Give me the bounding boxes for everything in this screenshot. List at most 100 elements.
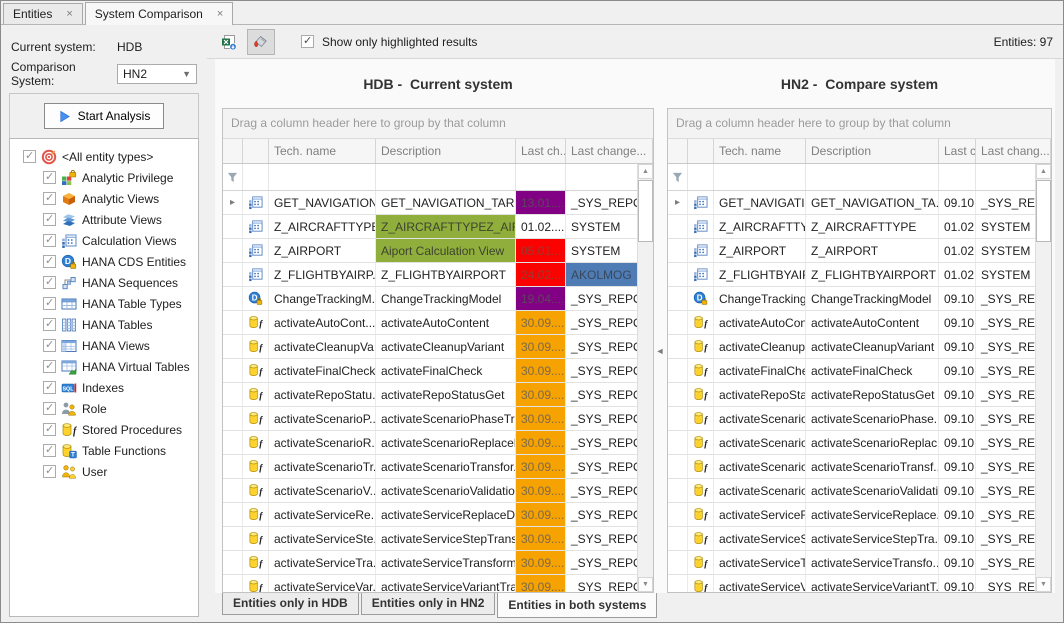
table-row[interactable]: factivateFinalCheckactivateFinalCheck09.… (668, 359, 1051, 383)
export-excel-button[interactable] (215, 29, 243, 55)
panel-splitter[interactable]: ◄ (654, 108, 667, 593)
vertical-scrollbar[interactable]: ▲▼ (637, 164, 653, 592)
tree-item-calculation-views[interactable]: Calculation Views (10, 230, 198, 251)
scroll-up-icon[interactable]: ▲ (638, 164, 653, 179)
table-row[interactable]: factivateCleanupVa...activateCleanupVari… (223, 335, 653, 359)
checkbox[interactable] (43, 318, 56, 331)
table-row[interactable]: ▸GET_NAVIGATION...GET_NAVIGATION_TARG...… (223, 191, 653, 215)
table-row[interactable]: Z_AIRCRAFTTYPEZ_AIRCRAFTTYPEZ_AIR...01.0… (223, 215, 653, 239)
tree-item-hana-sequences[interactable]: HANA Sequences (10, 272, 198, 293)
column-header-tech-name[interactable]: Tech. name (714, 139, 806, 163)
close-icon[interactable]: × (66, 8, 72, 20)
table-row[interactable]: factivateServiceVar...activateServiceVar… (223, 575, 653, 592)
filter-cell[interactable] (688, 164, 714, 190)
checkbox[interactable] (43, 255, 56, 268)
filter-cell[interactable] (376, 164, 516, 190)
column-header-last-chang[interactable]: Last chang... (976, 139, 1051, 163)
tree-item-table-functions[interactable]: TTable Functions (10, 440, 198, 461)
tab-entities-only-in-hn2[interactable]: Entities only in HN2 (361, 593, 496, 615)
scrollbar-thumb[interactable] (638, 180, 653, 242)
checkbox[interactable] (43, 276, 56, 289)
tree-item-hana-tables[interactable]: HANA Tables (10, 314, 198, 335)
highlight-button[interactable] (247, 29, 275, 55)
table-row[interactable]: factivateScenarioP...activateScenarioPha… (223, 407, 653, 431)
scroll-up-icon[interactable]: ▲ (1036, 164, 1051, 179)
tab-entities[interactable]: Entities× (3, 3, 83, 24)
tree-item-indexes[interactable]: SQLIndexes (10, 377, 198, 398)
column-header-last-ch[interactable]: Last ch... (516, 139, 566, 163)
checkbox[interactable] (43, 360, 56, 373)
table-row[interactable]: factivateRepoStatu...activateRepoStatusG… (223, 383, 653, 407)
checkbox[interactable] (43, 423, 56, 436)
table-row[interactable]: factivateScenario...activateScenarioRepl… (668, 431, 1051, 455)
checkbox[interactable] (43, 381, 56, 394)
table-row[interactable]: factivateServiceTra...activateServiceTra… (223, 551, 653, 575)
table-row[interactable]: factivateScenario...activateScenarioTran… (668, 455, 1051, 479)
checkbox[interactable] (43, 213, 56, 226)
table-row[interactable]: Z_FLIGHTBYAIR...Z_FLIGHTBYAIRPORT01.02..… (668, 263, 1051, 287)
table-row[interactable]: factivateRepoSta...activateRepoStatusGet… (668, 383, 1051, 407)
table-row[interactable]: Z_FLIGHTBYAIRP...Z_FLIGHTBYAIRPORT24.02.… (223, 263, 653, 287)
filter-funnel-cell[interactable] (668, 164, 688, 190)
checkbox[interactable] (23, 150, 36, 163)
tree-item-stored-procedures[interactable]: fStored Procedures (10, 419, 198, 440)
collapse-left-icon[interactable]: ◄ (655, 337, 665, 365)
table-row[interactable]: DChangeTracking...ChangeTrackingModel09.… (668, 287, 1051, 311)
table-row[interactable]: factivateServiceV...activateServiceVaria… (668, 575, 1051, 592)
table-row[interactable]: factivateScenarioR...activateScenarioRep… (223, 431, 653, 455)
table-row[interactable]: factivateAutoCon...activateAutoContent09… (668, 311, 1051, 335)
tree-item-hana-table-types[interactable]: HANA Table Types (10, 293, 198, 314)
tree-item-analytic-privilege[interactable]: Analytic Privilege (10, 167, 198, 188)
table-row[interactable]: DChangeTrackingM...ChangeTrackingModel19… (223, 287, 653, 311)
tree-item-user[interactable]: User (10, 461, 198, 482)
table-row[interactable]: factivateScenarioV...activateScenarioVal… (223, 479, 653, 503)
column-header-description[interactable]: Description (806, 139, 939, 163)
checkbox[interactable] (43, 465, 56, 478)
checkbox[interactable] (43, 444, 56, 457)
tab-entities-in-both-systems[interactable]: Entities in both systems (497, 593, 657, 618)
filter-cell[interactable] (714, 164, 806, 190)
show-highlighted-checkbox[interactable] (301, 35, 314, 48)
table-row[interactable]: factivateServiceS...activateServiceStepT… (668, 527, 1051, 551)
table-row[interactable]: factivateServiceSte...activateServiceSte… (223, 527, 653, 551)
table-row[interactable]: factivateScenario...activateScenarioVali… (668, 479, 1051, 503)
scrollbar-thumb[interactable] (1036, 180, 1051, 242)
scroll-down-icon[interactable]: ▼ (1036, 577, 1051, 592)
checkbox[interactable] (43, 192, 56, 205)
checkbox[interactable] (43, 297, 56, 310)
filter-cell[interactable] (243, 164, 269, 190)
tree-item-hana-cds-entities[interactable]: DHANA CDS Entities (10, 251, 198, 272)
tree-item-attribute-views[interactable]: Attribute Views (10, 209, 198, 230)
table-row[interactable]: factivateServiceRe...activateServiceRepl… (223, 503, 653, 527)
column-header-last-c[interactable]: Last c... (939, 139, 976, 163)
tab-system-comparison[interactable]: System Comparison× (85, 2, 233, 25)
column-header-last-change[interactable]: Last change... (566, 139, 653, 163)
checkbox[interactable] (43, 234, 56, 247)
table-row[interactable]: ▸GET_NAVIGATI...GET_NAVIGATION_TA...09.1… (668, 191, 1051, 215)
tree-item-hana-virtual-tables[interactable]: HANA Virtual Tables (10, 356, 198, 377)
table-row[interactable]: factivateFinalCheckactivateFinalCheck30.… (223, 359, 653, 383)
start-analysis-button[interactable]: Start Analysis (44, 103, 165, 129)
filter-cell[interactable] (516, 164, 566, 190)
table-row[interactable]: Z_AIRCRAFTTYPEZ_AIRCRAFTTYPE01.02...SYST… (668, 215, 1051, 239)
table-row[interactable]: Z_AIRPORTZ_AIRPORT01.02...SYSTEM (668, 239, 1051, 263)
table-row[interactable]: factivateAutoCont...activateAutoContent3… (223, 311, 653, 335)
close-icon[interactable]: × (217, 8, 223, 20)
scroll-down-icon[interactable]: ▼ (638, 577, 653, 592)
table-row[interactable]: factivateScenarioTr...activateScenarioTr… (223, 455, 653, 479)
filter-cell[interactable] (806, 164, 939, 190)
tree-item-role[interactable]: Role (10, 398, 198, 419)
comparison-system-select[interactable]: HN2 ▼ (117, 64, 197, 84)
checkbox[interactable] (43, 171, 56, 184)
filter-funnel-cell[interactable] (223, 164, 243, 190)
tree-item-analytic-views[interactable]: Analytic Views (10, 188, 198, 209)
filter-cell[interactable] (269, 164, 376, 190)
column-header-description[interactable]: Description (376, 139, 516, 163)
tab-entities-only-in-hdb[interactable]: Entities only in HDB (222, 593, 359, 615)
table-row[interactable]: factivateScenario...activateScenarioPhas… (668, 407, 1051, 431)
table-row[interactable]: factivateServiceR...activateServiceRepla… (668, 503, 1051, 527)
table-row[interactable]: Z_AIRPORTAiport Calculation View05.01...… (223, 239, 653, 263)
table-row[interactable]: factivateCleanup...activateCleanupVarian… (668, 335, 1051, 359)
tree-item-all-entity-types[interactable]: <All entity types> (10, 146, 198, 167)
tree-item-hana-views[interactable]: HANA Views (10, 335, 198, 356)
